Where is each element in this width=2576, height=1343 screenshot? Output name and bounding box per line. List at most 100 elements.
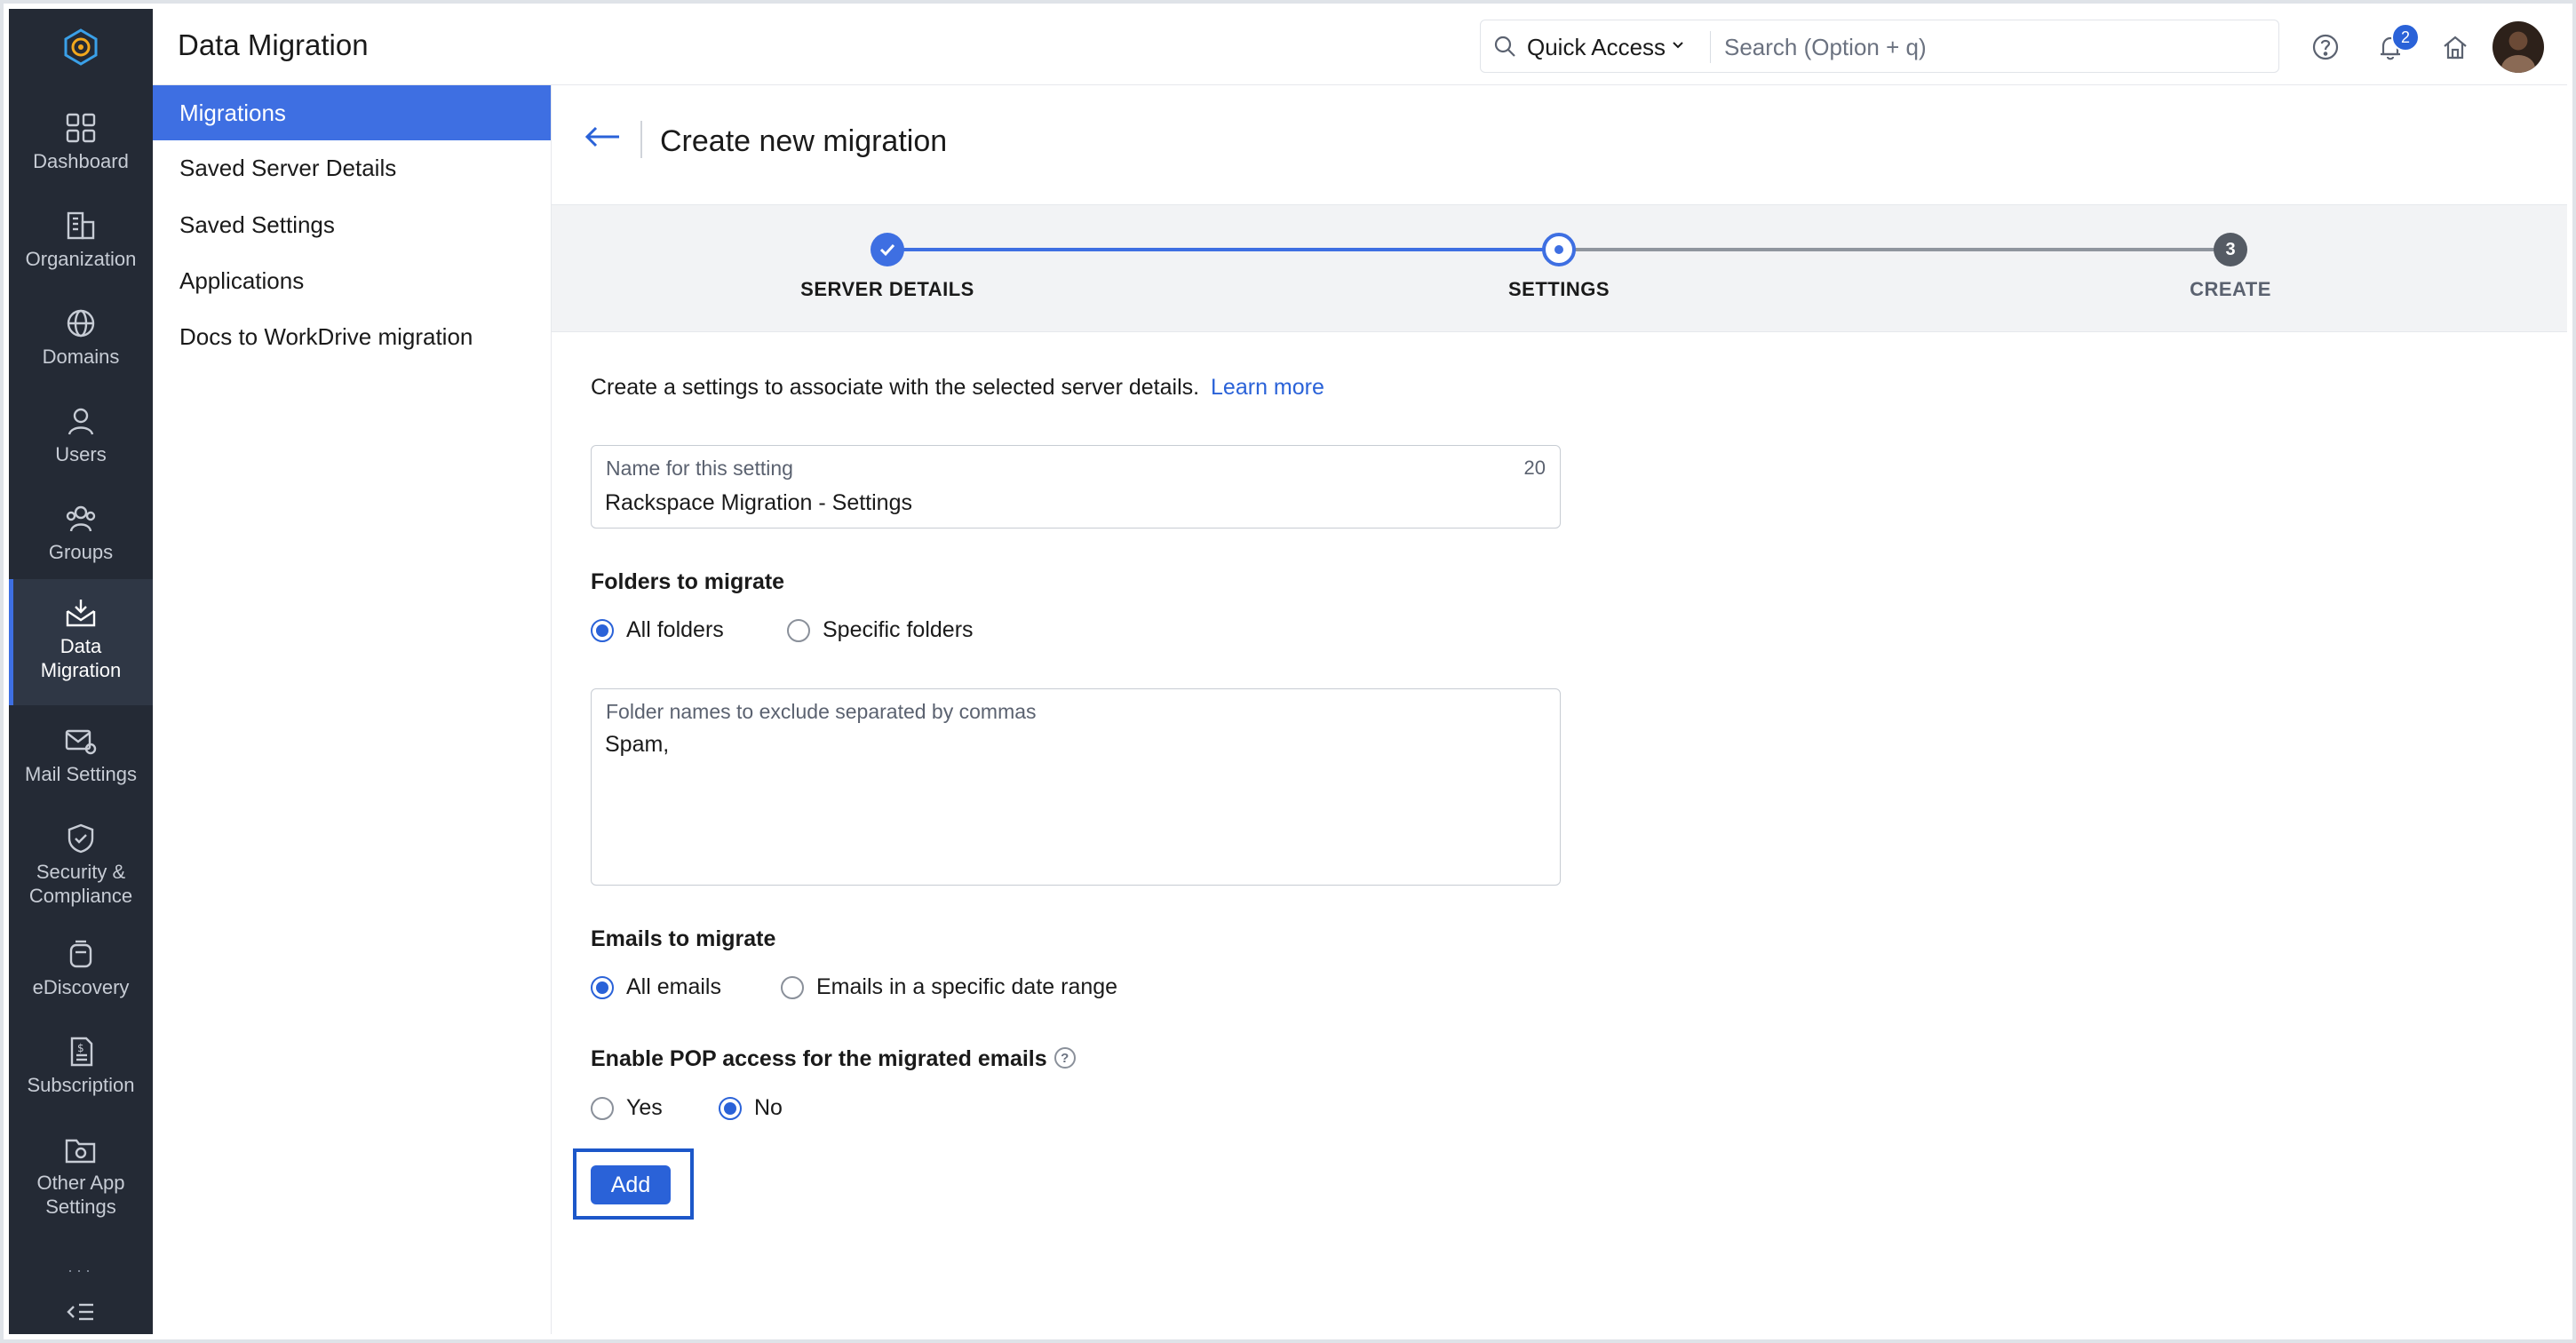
rail-item-other-app-settings[interactable]: Other App Settings [9,1119,153,1235]
radio-indicator [719,1096,742,1120]
search-icon [1493,35,1516,62]
radio-all-folders[interactable]: All folders [591,617,724,643]
radio-pop-yes[interactable]: Yes [591,1095,663,1121]
radio-all-emails[interactable]: All emails [591,974,721,1000]
learn-more-link[interactable]: Learn more [1211,375,1324,400]
groups-icon [61,499,100,538]
setting-name-input[interactable] [605,489,1529,517]
rail-item-label-line-1: Other App [36,1172,125,1194]
rail-item-organization[interactable]: Organization [9,195,153,293]
rail-item-label: Organization [25,248,137,270]
radio-indicator [591,618,614,642]
rail-item-mail-settings[interactable]: Mail Settings [9,711,153,808]
subnav-item-saved-settings[interactable]: Saved Settings [153,197,551,252]
rail-item-label-line-1: Data [60,635,102,657]
radio-specific-folders[interactable]: Specific folders [787,617,974,643]
subnav-item-migrations[interactable]: Migrations [153,85,551,140]
step-2-label: SETTINGS [1507,278,1610,300]
subnav-item-saved-server-details[interactable]: Saved Server Details [153,140,551,195]
step-1-done-marker [871,233,904,266]
radio-indicator [787,618,810,642]
radio-indicator [591,975,614,999]
step-progress-line-completed [887,248,1559,251]
help-button[interactable] [2307,28,2344,66]
rail-item-label: Mail Settings [25,763,137,785]
main-content: Create new migration SERVER DETAILS SETT… [552,85,2567,1334]
radio-label: No [754,1095,783,1120]
radio-emails-date-range[interactable]: Emails in a specific date range [781,974,1117,1000]
quick-access-dropdown[interactable]: Quick Access [1527,34,1666,61]
radio-label: All emails [626,974,721,999]
dashboard-icon [61,108,100,147]
app-logo[interactable] [9,9,153,85]
rail-more-indicator: ··· [68,1261,94,1279]
help-icon[interactable]: ? [1053,1047,1076,1069]
rail-item-security-compliance[interactable]: Security & Compliance [9,808,153,924]
search-input[interactable] [1722,28,2259,67]
collapse-sidebar-button[interactable] [63,1294,99,1330]
rail-item-ediscovery[interactable]: eDiscovery [9,924,153,1021]
quick-access-search-bar: Quick Access [1480,20,2279,73]
radio-indicator [781,975,804,999]
radio-label: Emails in a specific date range [816,974,1118,999]
search-divider [1710,31,1711,63]
subscription-icon: $ [61,1032,100,1071]
migration-stepper: SERVER DETAILS SETTINGS 3 CREATE [552,204,2567,332]
exclude-folders-field: Folder names to exclude separated by com… [591,688,1561,886]
logo-icon [64,28,98,66]
radio-label: All folders [626,617,724,642]
radio-label: Yes [626,1095,663,1120]
intro-text-body: Create a settings to associate with the … [591,375,1200,400]
rail-item-label: Subscription [27,1074,135,1096]
rail-item-label: Groups [48,541,114,563]
notifications-button[interactable]: 2 [2372,23,2420,66]
radio-label: Specific folders [823,617,974,642]
subnav-item-applications[interactable]: Applications [153,253,551,308]
rail-item-subscription[interactable]: $ Subscription [9,1021,153,1119]
avatar[interactable] [2493,21,2544,73]
rail-item-label-line-2: Settings [45,1196,116,1218]
data-migration-icon [61,593,100,632]
emails-heading: Emails to migrate [591,926,776,951]
step-progress-line-pending [1559,248,2230,251]
home-button[interactable] [2437,28,2474,66]
rail-item-label: Domains [42,346,120,368]
rail-item-data-migration[interactable]: Data Migration [9,579,153,705]
rail-item-domains[interactable]: Domains [9,293,153,391]
back-button[interactable] [584,124,623,149]
radio-pop-no[interactable]: No [719,1095,783,1121]
notification-count-badge: 2 [2391,23,2420,52]
svg-text:$: $ [77,1042,84,1054]
rail-item-users[interactable]: Users [9,391,153,489]
rail-item-label: Users [55,443,107,465]
add-button[interactable]: Add [591,1165,671,1204]
rail-item-label: eDiscovery [32,976,130,998]
rail-item-label-line-2: Compliance [28,885,133,907]
home-icon [2444,36,2467,60]
arrow-left-icon [584,126,619,147]
step-3-number: 3 [2214,233,2247,266]
ediscovery-icon [61,934,100,973]
setting-name-char-counter: 20 [1523,457,1546,479]
data-migration-subnav: Migrations Saved Server Details Saved Se… [153,85,552,1334]
pop-access-heading-text: Enable POP access for the migrated email… [591,1046,1047,1071]
globe-icon [61,304,100,343]
help-icon [2312,34,2339,60]
pop-access-heading: Enable POP access for the migrated email… [591,1046,1076,1072]
subnav-item-docs-to-workdrive[interactable]: Docs to WorkDrive migration [153,309,551,364]
radio-indicator [591,1096,614,1120]
step-3-label: CREATE [2190,278,2271,300]
step-1-label: SERVER DETAILS [800,278,974,300]
rail-item-label-line-2: Migration [40,659,122,681]
title-divider [640,121,642,158]
organization-icon [61,206,100,245]
collapse-menu-icon [67,1303,93,1321]
chevron-down-icon[interactable] [1671,38,1685,57]
rail-item-groups[interactable]: Groups [9,489,153,586]
page-title: Create new migration [660,124,948,158]
exclude-folders-textarea[interactable]: Spam, [605,732,1538,874]
setting-name-label: Name for this setting [606,457,793,480]
checkmark-icon [879,243,895,257]
top-header: Data Migration Quick Access 2 [153,9,2567,85]
rail-item-dashboard[interactable]: Dashboard [9,98,153,195]
